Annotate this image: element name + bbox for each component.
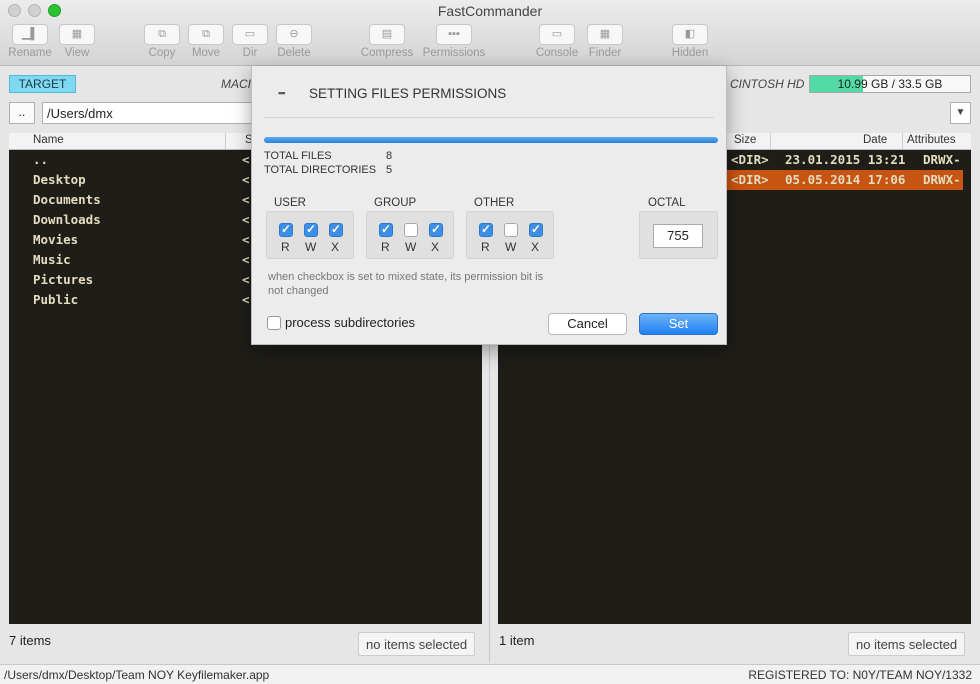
compress-label: Compress <box>360 47 414 59</box>
finder-button[interactable]: ▦ Finder <box>584 24 626 59</box>
total-dirs-value: 5 <box>386 164 393 176</box>
dir-button[interactable]: ▭ Dir <box>230 24 270 59</box>
group-read-checkbox[interactable] <box>379 222 393 237</box>
other-permissions: R W X <box>466 211 554 259</box>
path-history-dropdown[interactable]: ▼ <box>950 102 971 124</box>
permissions-button[interactable]: ▪▪▪ Permissions <box>420 24 488 59</box>
progress-bar <box>264 137 718 143</box>
view-button[interactable]: ▦ View <box>57 24 97 59</box>
rename-label: Rename <box>8 47 52 59</box>
process-subdirectories-checkbox[interactable] <box>267 316 281 330</box>
mixed-state-hint: when checkbox is set to mixed state, its… <box>268 271 544 297</box>
octal-label: OCTAL <box>648 197 686 209</box>
updir-button[interactable]: .. <box>9 102 35 124</box>
user-permissions: R W X <box>266 211 354 259</box>
delete-icon: ⊖ <box>289 28 299 40</box>
toolbar: FastCommander ▁▌ Rename ▦ View ⧉ Copy ⧉ Move… <box>0 0 980 66</box>
delete-label: Delete <box>277 47 311 59</box>
hidden-icon: ◧ <box>684 28 696 40</box>
total-files-value: 8 <box>386 150 393 162</box>
set-button[interactable]: Set <box>639 313 718 335</box>
user-execute-checkbox[interactable] <box>329 222 343 237</box>
left-selection-status: no items selected <box>358 632 476 656</box>
status-bar: /Users/dmx/Desktop/Team NOY Keyfilemaker… <box>0 664 980 684</box>
left-item-count: 7 items <box>9 633 51 648</box>
group-group-label: GROUP <box>374 197 417 209</box>
right-selection-status: no items selected <box>848 632 966 656</box>
other-execute-checkbox[interactable] <box>529 222 543 237</box>
group-permissions: R W X <box>366 211 454 259</box>
other-read-checkbox[interactable] <box>479 222 493 237</box>
move-icon: ⧉ <box>202 28 210 40</box>
window-title: FastCommander <box>437 3 543 19</box>
copy-icon: ⧉ <box>158 28 166 40</box>
user-read-checkbox[interactable] <box>279 222 293 237</box>
right-item-count: 1 item <box>499 633 535 648</box>
view-icon: ▦ <box>71 28 83 40</box>
free-space-bar: 10.99 GB / 33.5 GB <box>809 75 971 93</box>
console-button[interactable]: ▭ Console <box>533 24 581 59</box>
dialog-title: SETTING FILES PERMISSIONS <box>309 86 507 101</box>
user-write-checkbox[interactable] <box>304 222 318 237</box>
folder-icon: ▭ <box>244 28 256 40</box>
group-write-checkbox[interactable] <box>404 223 418 237</box>
compress-button[interactable]: ▤ Compress <box>358 24 416 59</box>
total-dirs-label: TOTAL DIRECTORIES <box>264 164 377 176</box>
right-volume-label: CINTOSH HD <box>730 77 805 91</box>
registration-text: REGISTERED TO: N0Y/TEAM NOY/1332 <box>748 668 972 682</box>
rename-button[interactable]: ▁▌ Rename <box>7 24 53 59</box>
target-badge[interactable]: TARGET <box>9 75 76 93</box>
hidden-button[interactable]: ◧ Hidden <box>668 24 712 59</box>
app-window: FastCommander ▁▌ Rename ▦ View ⧉ Copy ⧉ Move… <box>0 0 980 684</box>
finder-label: Finder <box>588 47 622 59</box>
size-column-header[interactable]: Size <box>734 134 756 146</box>
rename-icon: ▁▌ <box>21 28 39 40</box>
finder-icon: ▦ <box>599 28 611 40</box>
name-column-header[interactable]: Name <box>33 134 64 146</box>
permissions-label: Permissions <box>422 47 486 59</box>
process-subdirectories-label[interactable]: process subdirectories <box>285 315 415 330</box>
move-label: Move <box>191 47 221 59</box>
copy-label: Copy <box>148 47 176 59</box>
current-file-path: /Users/dmx/Desktop/Team NOY Keyfilemaker… <box>4 668 270 682</box>
left-volume-label: MACI <box>221 77 251 91</box>
console-label: Console <box>535 47 579 59</box>
total-files-label: TOTAL FILES <box>264 150 332 162</box>
group-execute-checkbox[interactable] <box>429 222 443 237</box>
octal-input[interactable]: 755 <box>653 224 703 248</box>
permissions-dialog: ▪▪▪ SETTING FILES PERMISSIONS TOTAL FILE… <box>251 66 727 345</box>
compress-icon: ▤ <box>381 28 393 40</box>
permissions-icon: ▪▪▪ <box>448 28 460 40</box>
view-label: View <box>64 47 90 59</box>
other-group-label: OTHER <box>474 197 515 209</box>
console-icon: ▭ <box>551 28 563 40</box>
delete-button[interactable]: ⊖ Delete <box>274 24 314 59</box>
cancel-button[interactable]: Cancel <box>548 313 627 335</box>
attributes-column-header[interactable]: Attributes <box>907 134 956 146</box>
move-button[interactable]: ⧉ Move <box>186 24 226 59</box>
user-group-label: USER <box>274 197 306 209</box>
permissions-icon: ▪▪▪ <box>278 88 286 98</box>
copy-button[interactable]: ⧉ Copy <box>142 24 182 59</box>
list-item-selected[interactable]: <DIR> 05.05.2014 17:06 DRWX- <box>724 170 963 190</box>
date-column-header[interactable]: Date <box>863 134 887 146</box>
dir-label: Dir <box>242 47 258 59</box>
hidden-label: Hidden <box>671 47 709 59</box>
free-space-text: 10.99 GB / 33.5 GB <box>837 77 943 91</box>
other-write-checkbox[interactable] <box>504 223 518 237</box>
